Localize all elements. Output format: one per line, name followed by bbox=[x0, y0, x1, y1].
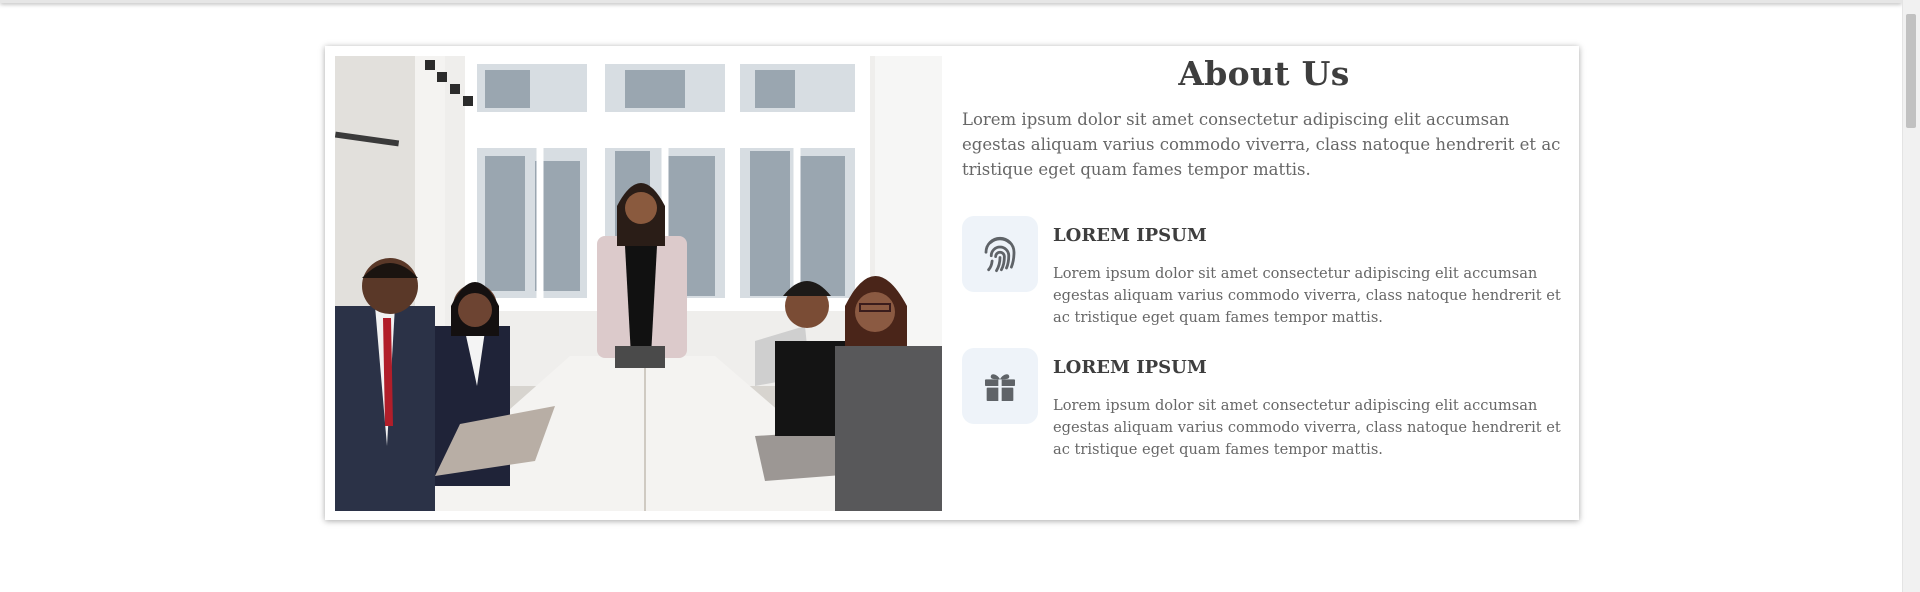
feature-title: LOREM IPSUM bbox=[1053, 225, 1207, 246]
about-card: About Us Lorem ipsum dolor sit amet cons… bbox=[325, 46, 1579, 520]
vertical-scrollbar[interactable] bbox=[1902, 0, 1920, 592]
intro-paragraph: Lorem ipsum dolor sit amet consectetur a… bbox=[962, 110, 1561, 179]
fingerprint-icon bbox=[962, 216, 1038, 292]
scrollbar-thumb[interactable] bbox=[1906, 14, 1916, 128]
feature-description: Lorem ipsum dolor sit amet consectetur a… bbox=[1053, 397, 1561, 458]
about-content: About Us Lorem ipsum dolor sit amet cons… bbox=[962, 46, 1566, 458]
team-meeting-photo bbox=[335, 56, 942, 511]
feature-item: LOREM IPSUM Lorem ipsum dolor sit amet c… bbox=[962, 348, 1566, 468]
feature-title: LOREM IPSUM bbox=[1053, 357, 1207, 378]
page-title: About Us bbox=[1178, 54, 1350, 93]
feature-item: LOREM IPSUM Lorem ipsum dolor sit amet c… bbox=[962, 216, 1566, 336]
gift-icon bbox=[962, 348, 1038, 424]
header-shadow bbox=[0, 0, 1902, 3]
feature-description: Lorem ipsum dolor sit amet consectetur a… bbox=[1053, 265, 1561, 326]
